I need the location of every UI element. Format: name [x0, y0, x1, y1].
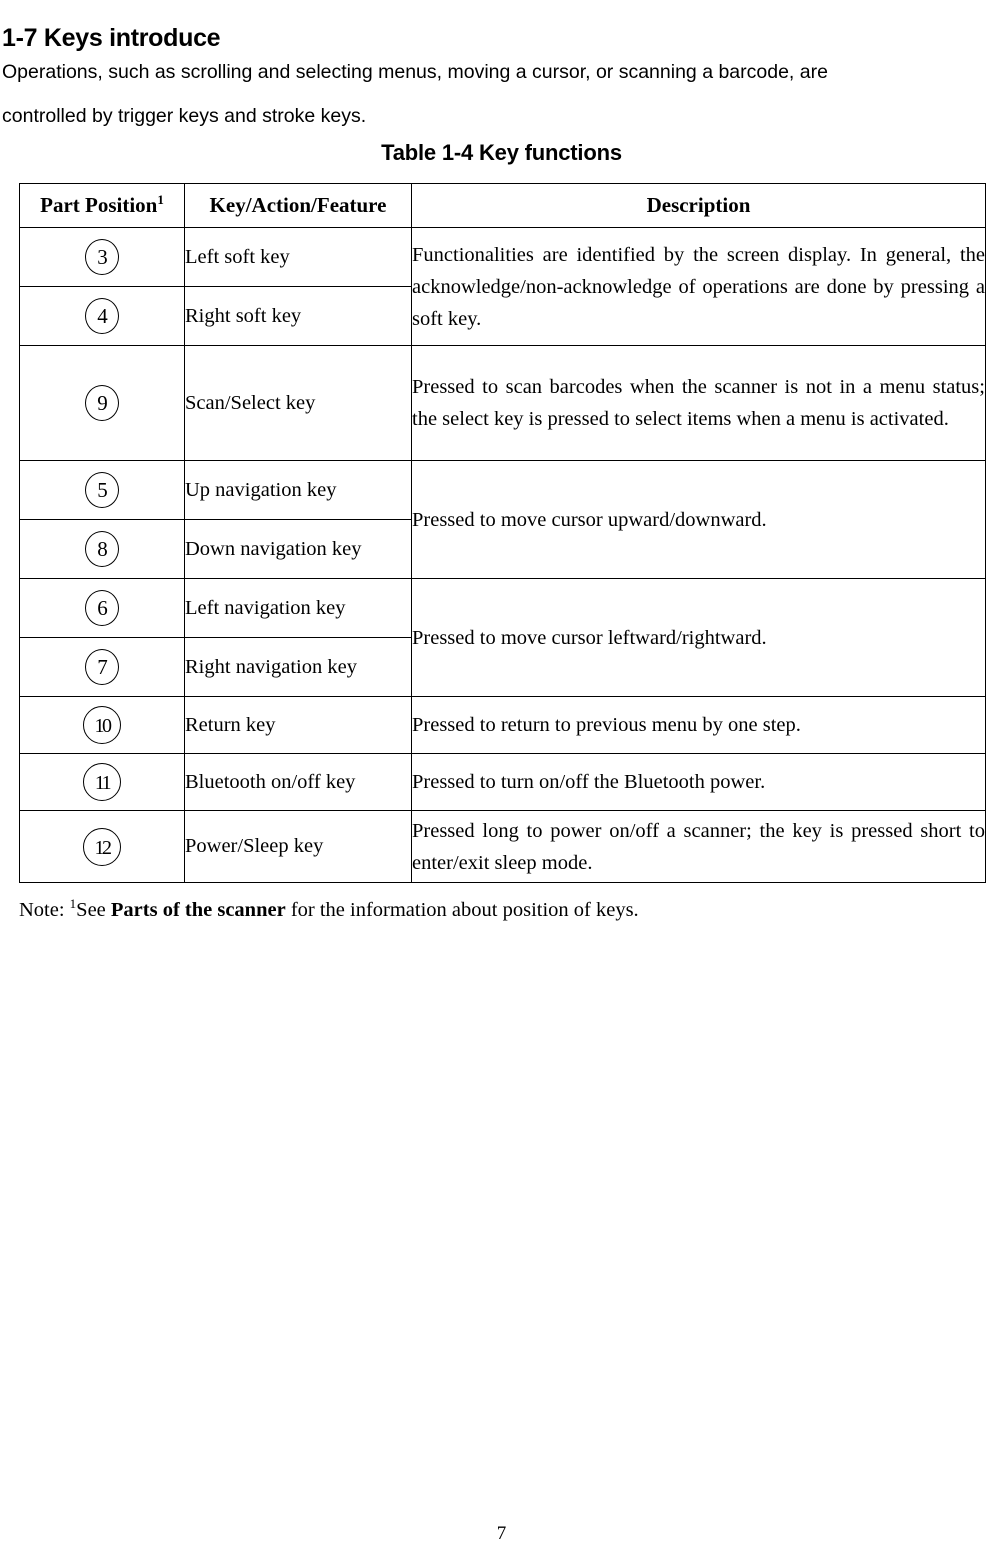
header-part-position-superscript: 1	[157, 192, 164, 207]
cell-part-position: 12	[19, 810, 185, 883]
cell-key-action: Left soft key	[184, 227, 412, 287]
circled-number-value: 6	[97, 596, 107, 620]
table-header-row: Part Position1 Key/Action/Feature Descri…	[19, 183, 986, 228]
cell-key-action: Bluetooth on/off key	[184, 753, 412, 811]
circled-number-value: 4	[97, 304, 107, 328]
cell-description: Functionalities are identified by the sc…	[411, 227, 986, 346]
cell-description: Pressed to move cursor upward/downward.	[411, 460, 986, 579]
circled-number-icon: 9	[82, 383, 122, 423]
circled-number-value: 3	[97, 245, 107, 269]
cell-description: Pressed to return to previous menu by on…	[411, 696, 986, 754]
cell-description: Pressed to turn on/off the Bluetooth pow…	[411, 753, 986, 811]
cell-part-position: 4	[19, 286, 185, 346]
note-bold-reference: Parts of the scanner	[110, 899, 286, 921]
table-row: 3 Left soft key Functionalities are iden…	[19, 227, 986, 346]
table-row: 11 Bluetooth on/off key Pressed to turn …	[19, 753, 986, 811]
circled-number-value: 8	[97, 537, 107, 561]
cell-key-action: Right soft key	[184, 286, 412, 346]
circled-number-value: 11	[94, 772, 112, 794]
table-row: 10 Return key Pressed to return to previ…	[19, 696, 986, 754]
circled-number-icon: 6	[82, 588, 122, 628]
cell-key-action: Down navigation key	[184, 519, 412, 579]
circled-number-icon: 4	[82, 296, 122, 336]
section-heading: 1-7 Keys introduce	[2, 23, 221, 52]
cell-part-position: 5	[19, 460, 185, 520]
cell-part-position: 10	[19, 696, 185, 754]
cell-part-position: 9	[19, 345, 185, 461]
header-part-position: Part Position1	[19, 183, 185, 228]
cell-part-position: 7	[19, 637, 185, 697]
intro-paragraph: Operations, such as scrolling and select…	[2, 50, 1000, 138]
table-row: 6 Left navigation key Pressed to move cu…	[19, 578, 986, 697]
cell-key-action: Up navigation key	[184, 460, 412, 520]
header-part-position-label: Part Position	[40, 193, 158, 217]
circled-number-icon: 3	[82, 237, 122, 277]
table-row: 9 Scan/Select key Pressed to scan barcod…	[19, 345, 986, 461]
circled-number-icon: 7	[82, 647, 122, 687]
intro-paragraph-line-1: Operations, such as scrolling and select…	[2, 61, 828, 83]
cell-key-action: Power/Sleep key	[184, 810, 412, 883]
circled-number-icon: 11	[82, 762, 122, 802]
cell-key-action: Left navigation key	[184, 578, 412, 638]
circled-number-value: 10	[94, 715, 113, 737]
circled-number-icon: 8	[82, 529, 122, 569]
note-text-after-bold: for the information about position of ke…	[285, 899, 639, 921]
page-number: 7	[496, 1523, 507, 1544]
circled-number-icon: 5	[82, 470, 122, 510]
header-key-action-feature: Key/Action/Feature	[184, 183, 412, 228]
cell-part-position: 8	[19, 519, 185, 579]
cell-part-position: 6	[19, 578, 185, 638]
cell-key-action: Return key	[184, 696, 412, 754]
table-row: 5 Up navigation key Pressed to move curs…	[19, 460, 986, 579]
intro-paragraph-line-2: controlled by trigger keys and stroke ke…	[2, 105, 367, 127]
circled-number-icon: 12	[82, 827, 122, 867]
key-functions-table: Part Position1 Key/Action/Feature Descri…	[19, 183, 986, 883]
circled-number-icon: 10	[82, 705, 122, 745]
cell-key-action: Right navigation key	[184, 637, 412, 697]
circled-number-value: 12	[94, 836, 113, 859]
cell-key-action: Scan/Select key	[184, 345, 412, 461]
circled-number-value: 5	[97, 478, 107, 502]
note-prefix: Note:	[19, 899, 70, 921]
cell-description: Pressed to move cursor leftward/rightwar…	[411, 578, 986, 697]
circled-number-value: 9	[97, 391, 107, 415]
cell-part-position: 11	[19, 753, 185, 811]
table-row: 12 Power/Sleep key Pressed long to power…	[19, 810, 986, 883]
cell-description: Pressed long to power on/off a scanner; …	[411, 810, 986, 883]
note-text-before-bold: See	[76, 899, 111, 921]
circled-number-value: 7	[97, 655, 107, 679]
table-note: Note: 1See Parts of the scanner for the …	[19, 897, 639, 922]
header-description: Description	[411, 183, 986, 228]
cell-part-position: 3	[19, 227, 185, 287]
document-page: 1-7 Keys introduce Operations, such as s…	[0, 0, 1003, 1562]
cell-description: Pressed to scan barcodes when the scanne…	[411, 345, 986, 461]
table-caption: Table 1-4 Key functions	[381, 140, 622, 165]
